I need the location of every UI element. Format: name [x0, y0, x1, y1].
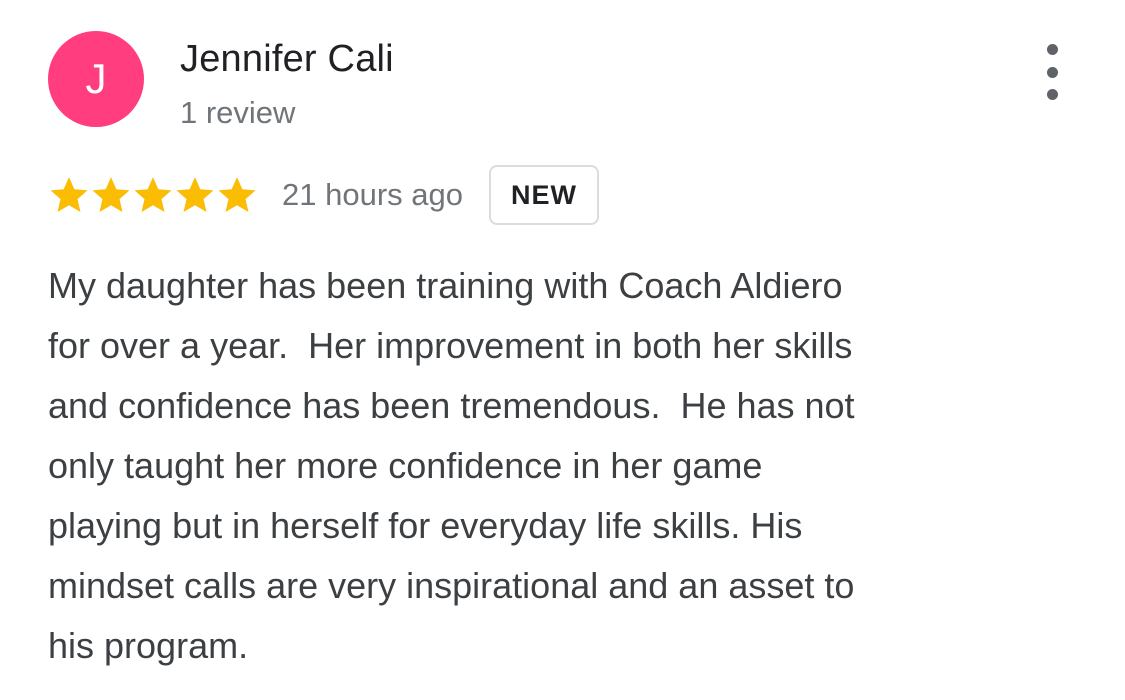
review-text: My daughter has been training with Coach… — [48, 256, 1038, 676]
star-icon — [218, 177, 256, 212]
star-icon — [50, 177, 88, 212]
review-card: J Jennifer Cali 1 review 21 hours ago NE… — [0, 0, 1125, 700]
new-badge: NEW — [488, 165, 599, 225]
reviewer-name[interactable]: Jennifer Cali — [180, 38, 394, 81]
more-vert-icon-dot — [1046, 66, 1058, 78]
review-text-line: his program. — [48, 625, 249, 666]
star-icon — [92, 177, 130, 212]
review-text-line: for over a year. Her improvement in both… — [48, 325, 853, 366]
review-text-line: and confidence has been tremendous. He h… — [48, 385, 855, 426]
star-icon — [134, 177, 172, 212]
more-vert-icon-dot — [1046, 89, 1058, 100]
review-count: 1 review — [180, 95, 296, 130]
review-text-line: My daughter has been training with Coach… — [48, 265, 843, 306]
avatar-initial: J — [85, 55, 107, 102]
review-text-line: only taught her more confidence in her g… — [48, 445, 763, 486]
star-rating — [48, 167, 258, 223]
review-timestamp: 21 hours ago — [282, 177, 463, 212]
review-text-line: mindset calls are very inspirational and… — [48, 565, 855, 606]
star-icon — [176, 177, 214, 212]
more-vert-icon — [1046, 44, 1058, 55]
avatar[interactable]: J — [48, 31, 144, 127]
review-text-line: playing but in herself for everyday life… — [48, 505, 803, 546]
more-options-button[interactable] — [1032, 44, 1072, 100]
rating-row: 21 hours ago NEW — [48, 163, 599, 227]
